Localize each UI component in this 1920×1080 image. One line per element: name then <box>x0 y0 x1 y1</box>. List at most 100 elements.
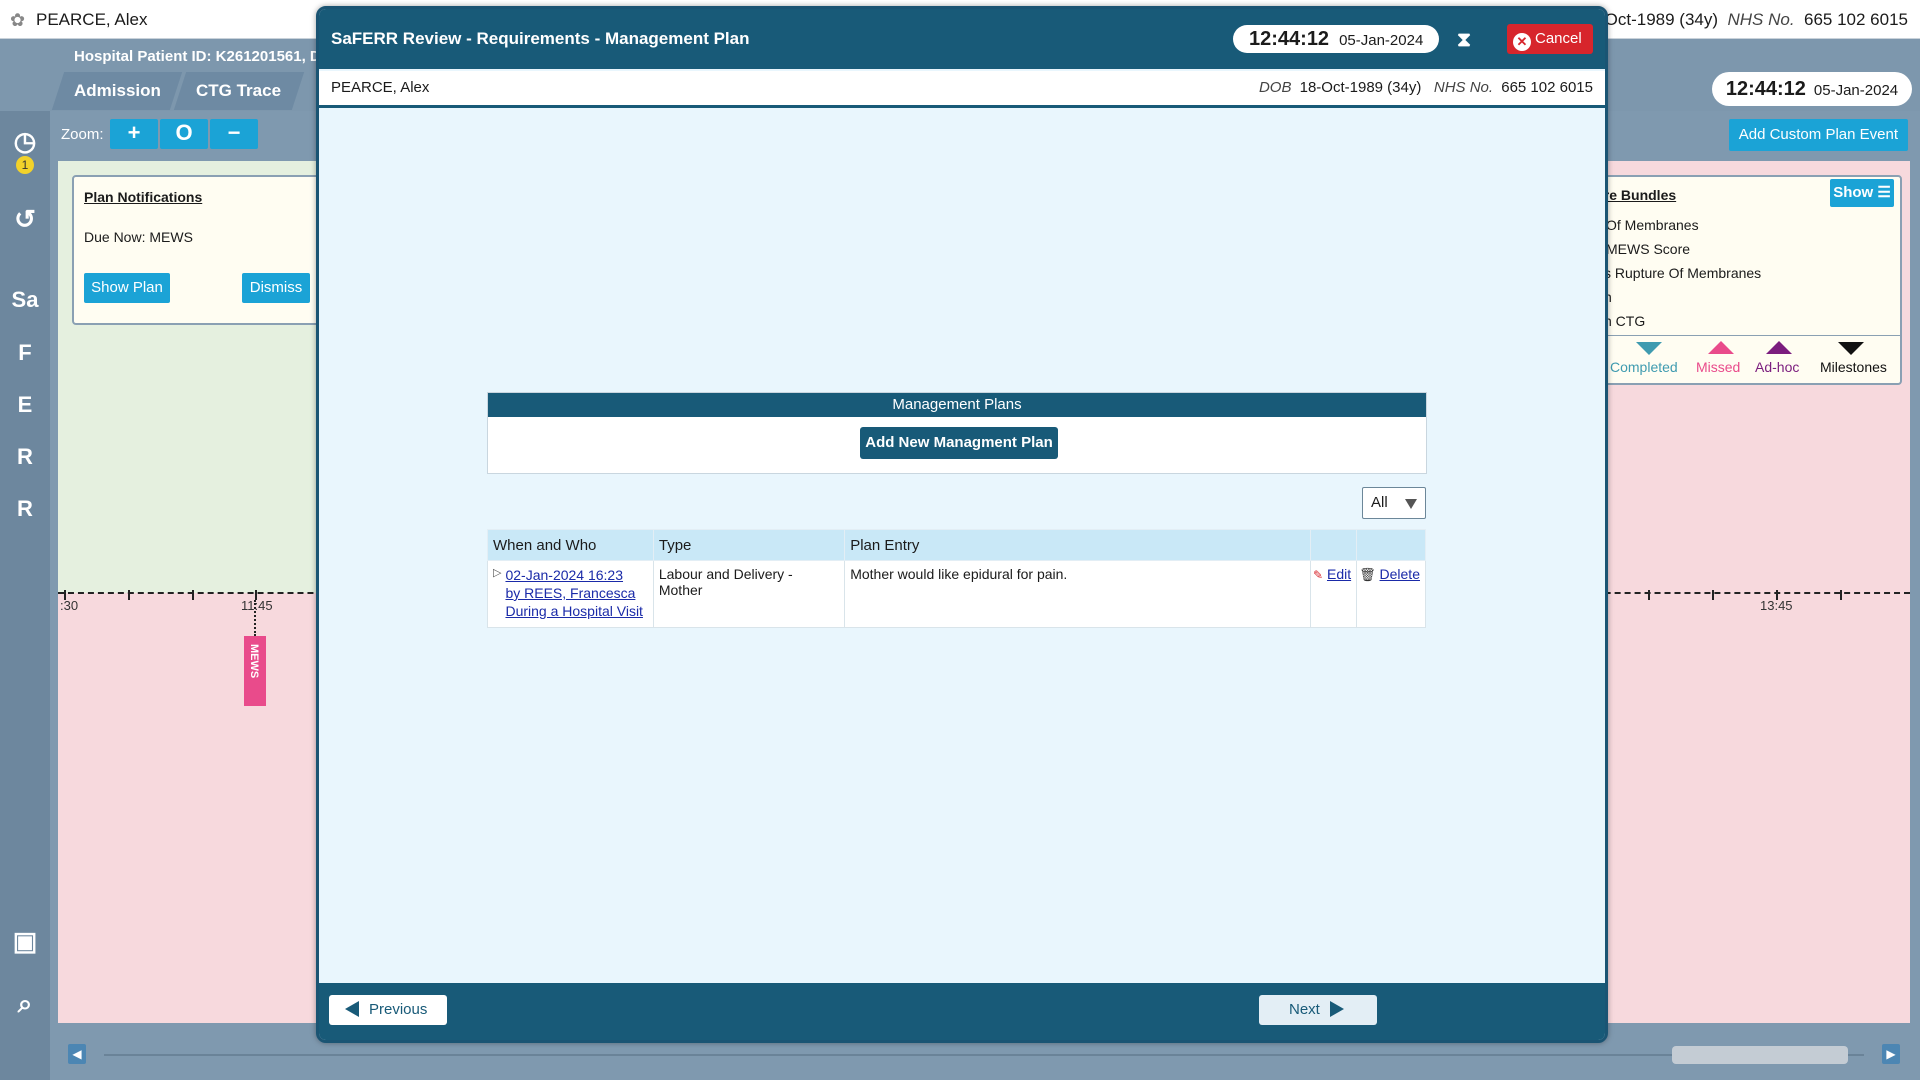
dialog-patient-banner: PEARCE, Alex DOB 18-Oct-1989 (34y) NHS N… <box>319 71 1605 108</box>
bundle-item: MEWS Score <box>1606 241 1691 257</box>
rail-nav-e[interactable]: E <box>10 390 40 420</box>
plan-notifications-panel: Plan Notifications Due Now: MEWS Show Pl… <box>72 175 324 325</box>
rail-nav-f[interactable]: F <box>10 338 40 368</box>
history-gauge-icon[interactable]: ↺ <box>4 198 46 240</box>
plan-author-link[interactable]: by REES, Francesca <box>505 585 635 601</box>
cell-delete: 🗑 Delete <box>1356 560 1426 628</box>
show-plan-button[interactable]: Show Plan <box>84 273 170 303</box>
hospital-patient-id: Hospital Patient ID: K261201561, De <box>74 48 330 65</box>
zoom-label: Zoom: <box>61 126 104 143</box>
rail-nav-sa[interactable]: Sa <box>10 285 40 315</box>
axis-tick <box>1712 590 1714 600</box>
notification-count-badge: 1 <box>16 156 34 174</box>
dialog-clock-time: 12:44:12 <box>1249 28 1330 50</box>
cell-type: Labour and Delivery - Mother <box>652 560 846 628</box>
arrow-left-icon <box>345 1001 359 1017</box>
cell-edit: ✎ Edit <box>1310 560 1358 628</box>
zoom-reset-button[interactable]: O <box>160 119 208 149</box>
dialog-nhs-label: NHS No. <box>1433 79 1494 96</box>
axis-tick-label: 11:45 <box>241 598 273 613</box>
tab-ctg-trace-label: CTG Trace <box>196 81 282 100</box>
zoom-in-button[interactable]: + <box>110 119 158 149</box>
presentation-icon[interactable]: ▣ <box>4 920 46 962</box>
axis-tick-label: 13:45 <box>1760 598 1793 613</box>
legend-missed: Missed <box>1696 359 1741 375</box>
management-plans-table: When and Who Type Plan Entry ▷ 02-Jan-20… <box>487 529 1426 628</box>
plan-context-link[interactable]: During a Hospital Visit <box>505 603 642 619</box>
tab-admission-label: Admission <box>73 81 161 100</box>
care-bundles-title: are Bundles <box>1596 187 1677 203</box>
column-header-when-who[interactable]: When and Who <box>487 529 654 561</box>
dialog-patient-name: PEARCE, Alex <box>331 79 430 96</box>
axis-tick <box>128 590 130 600</box>
bundle-item: n CTG <box>1604 313 1646 329</box>
pencil-icon: ✎ <box>1313 568 1324 582</box>
column-header-delete <box>1356 529 1426 561</box>
filter-funnel-icon[interactable]: ⧗ <box>1457 29 1471 52</box>
bundles-show-button[interactable]: Show ☰ <box>1830 179 1894 207</box>
bundle-item: Of Membranes <box>1606 217 1699 233</box>
trash-icon: 🗑 <box>1359 567 1376 582</box>
previous-button-label: Previous <box>369 1001 428 1018</box>
cell-plan-entry: Mother would like epidural for pain. <box>844 560 1312 628</box>
plan-filter-select[interactable]: All <box>1362 487 1426 519</box>
mews-event-marker-label: MEWS <box>248 644 260 679</box>
header-clock-time: 12:44:12 <box>1725 78 1806 100</box>
app-logo-icon: ✿ <box>10 10 26 30</box>
delete-link[interactable]: Delete <box>1380 566 1420 582</box>
nhs-number: 665 102 6015 <box>1804 10 1908 29</box>
column-header-plan-entry[interactable]: Plan Entry <box>844 529 1312 561</box>
expand-row-icon[interactable]: ▷ <box>493 566 501 579</box>
column-header-type[interactable]: Type <box>652 529 846 561</box>
table-row: ▷ 02-Jan-2024 16:23 by REES, Francesca D… <box>487 560 1426 628</box>
tab-admission[interactable]: Admission <box>51 72 183 110</box>
rail-nav-r1[interactable]: R <box>10 442 40 472</box>
plan-datetime-link[interactable]: 02-Jan-2024 16:23 <box>505 567 623 583</box>
scroll-right-icon[interactable]: ▶ <box>1882 1044 1900 1064</box>
bundle-item: s Rupture Of Membranes <box>1604 265 1762 281</box>
dialog-nhs-number: 665 102 6015 <box>1501 79 1593 96</box>
mews-event-marker[interactable]: MEWS <box>244 636 266 706</box>
cancel-button-label: Cancel <box>1535 30 1582 47</box>
milestone-triangle-icon <box>1838 342 1864 355</box>
next-button-label: Next <box>1289 1001 1320 1018</box>
horizontal-scrollbar[interactable]: ◀ ▶ <box>58 1040 1910 1070</box>
legend-adhoc: Ad-hoc <box>1755 359 1800 375</box>
rail-nav-r2[interactable]: R <box>10 494 40 524</box>
zoom-out-button[interactable]: − <box>210 119 258 149</box>
plan-filter-value: All <box>1371 494 1388 511</box>
when-who-block: 02-Jan-2024 16:23 by REES, Francesca Dur… <box>505 566 642 620</box>
dialog-title: SaFERR Review - Requirements - Managemen… <box>331 29 750 48</box>
axis-tick <box>1648 590 1650 600</box>
legend-divider <box>1592 335 1900 336</box>
missed-triangle-icon <box>1708 341 1734 354</box>
add-custom-plan-event-button[interactable]: Add Custom Plan Event <box>1728 119 1908 151</box>
nhs-label: NHS No. <box>1727 10 1795 29</box>
next-button[interactable]: Next <box>1259 995 1377 1025</box>
patient-name: PEARCE, Alex <box>36 10 148 29</box>
dialog-clock-date: 05-Jan-2024 <box>1339 32 1424 49</box>
header-clock: 12:44:12 05-Jan-2024 <box>1712 72 1912 106</box>
column-header-edit <box>1310 529 1358 561</box>
care-bundles-panel: are Bundles Show ☰ Of Membranes MEWS Sco… <box>1590 175 1902 385</box>
scroll-thumb[interactable] <box>1672 1046 1848 1064</box>
arrow-right-icon <box>1329 1001 1344 1017</box>
header-clock-date: 05-Jan-2024 <box>1813 82 1899 99</box>
dismiss-button[interactable]: Dismiss <box>242 273 310 303</box>
previous-button[interactable]: Previous <box>329 995 447 1025</box>
dialog-clock: 12:44:12 05-Jan-2024 <box>1233 25 1439 53</box>
cancel-button[interactable]: ✕ Cancel <box>1507 24 1593 54</box>
edit-link[interactable]: Edit <box>1327 566 1351 582</box>
search-icon[interactable]: ⌕ <box>4 982 46 1024</box>
dialog-header: SaFERR Review - Requirements - Managemen… <box>319 9 1605 69</box>
scroll-left-icon[interactable]: ◀ <box>68 1044 86 1064</box>
scroll-track <box>104 1054 1864 1056</box>
tab-ctg-trace[interactable]: CTG Trace <box>173 72 305 110</box>
dialog-patient-demographics: DOB 18-Oct-1989 (34y) NHS No. 665 102 60… <box>1259 79 1593 96</box>
management-plans-title: Management Plans <box>488 393 1426 417</box>
management-plans-panel: Management Plans Add New Managment Plan <box>487 392 1427 474</box>
add-new-management-plan-button[interactable]: Add New Managment Plan <box>860 427 1058 459</box>
axis-tick <box>192 590 194 600</box>
patient-demographics: 18-Oct-1989 (34y) NHS No. 665 102 6015 <box>1580 10 1908 30</box>
cell-when-who: ▷ 02-Jan-2024 16:23 by REES, Francesca D… <box>487 560 654 628</box>
